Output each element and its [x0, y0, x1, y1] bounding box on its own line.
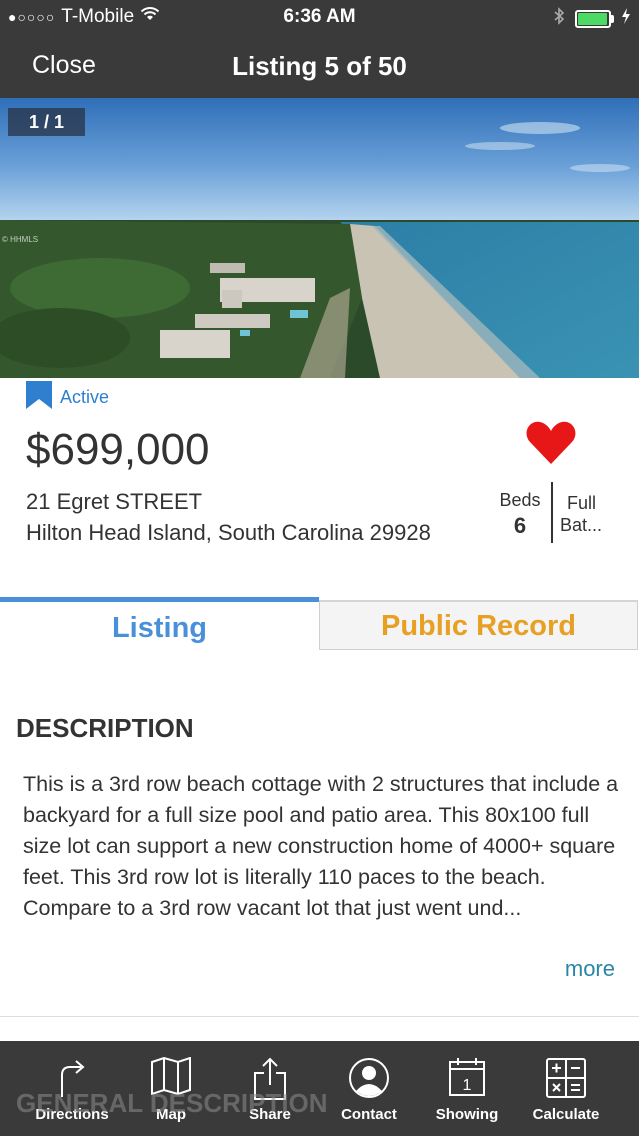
navigation-bar: Close Listing 5 of 50	[0, 34, 639, 98]
baths-label-line1: Full	[567, 493, 597, 513]
next-section-heading: GENERAL DESCRIPTION	[16, 1088, 328, 1118]
baths-info: Full Bat...	[560, 492, 620, 536]
detail-tabs: Listing Public Record	[0, 597, 639, 652]
contact-label: Contact	[341, 1106, 397, 1123]
photo-counter: 1 / 1	[8, 108, 85, 136]
calculate-button[interactable]: Calculate	[517, 1041, 615, 1136]
bookmark-icon	[26, 381, 52, 414]
calculator-icon	[546, 1058, 586, 1098]
battery-icon	[575, 10, 614, 28]
clock: 6:36 AM	[283, 6, 356, 27]
bluetooth-icon	[553, 7, 565, 31]
status-bar: ●○○○○ T-Mobile 6:36 AM	[0, 0, 639, 34]
calendar-day: 1	[463, 1077, 472, 1094]
beds-value: 6	[513, 513, 527, 538]
contact-icon	[349, 1058, 389, 1098]
status-label: Active	[60, 387, 110, 407]
photo-watermark: © HHMLS	[2, 235, 39, 244]
aerial-beach-photo	[0, 98, 639, 378]
charging-icon	[621, 8, 631, 30]
contact-button[interactable]: Contact	[320, 1041, 418, 1136]
address-city-state: Hilton Head Island, South Carolina 29928	[26, 520, 431, 545]
address-street: 21 Egret STREET	[26, 489, 203, 514]
section-divider	[0, 1016, 639, 1017]
baths-label-line2: Bat...	[560, 515, 603, 535]
more-link[interactable]: more	[565, 956, 615, 982]
battery-fill	[578, 13, 607, 25]
listing-photo[interactable]: 1 / 1 © HHMLS	[0, 98, 639, 378]
beds-info: Beds 6	[492, 490, 548, 539]
tab-public-record[interactable]: Public Record	[319, 600, 638, 650]
description-heading: DESCRIPTION	[16, 713, 194, 743]
listing-price: $699,000	[26, 425, 210, 474]
calendar-icon: 1	[449, 1058, 485, 1096]
showing-label: Showing	[435, 1106, 499, 1123]
listing-status: Active	[26, 381, 109, 414]
showing-button[interactable]: 1 Showing	[418, 1041, 516, 1136]
stats-divider	[551, 482, 553, 543]
close-button[interactable]: Close	[32, 51, 96, 80]
calculate-label: Calculate	[532, 1106, 600, 1123]
tab-listing[interactable]: Listing	[0, 597, 319, 652]
beds-label: Beds	[499, 490, 541, 510]
description-text: This is a 3rd row beach cottage with 2 s…	[23, 772, 619, 920]
favorite-heart-icon[interactable]	[526, 420, 576, 471]
